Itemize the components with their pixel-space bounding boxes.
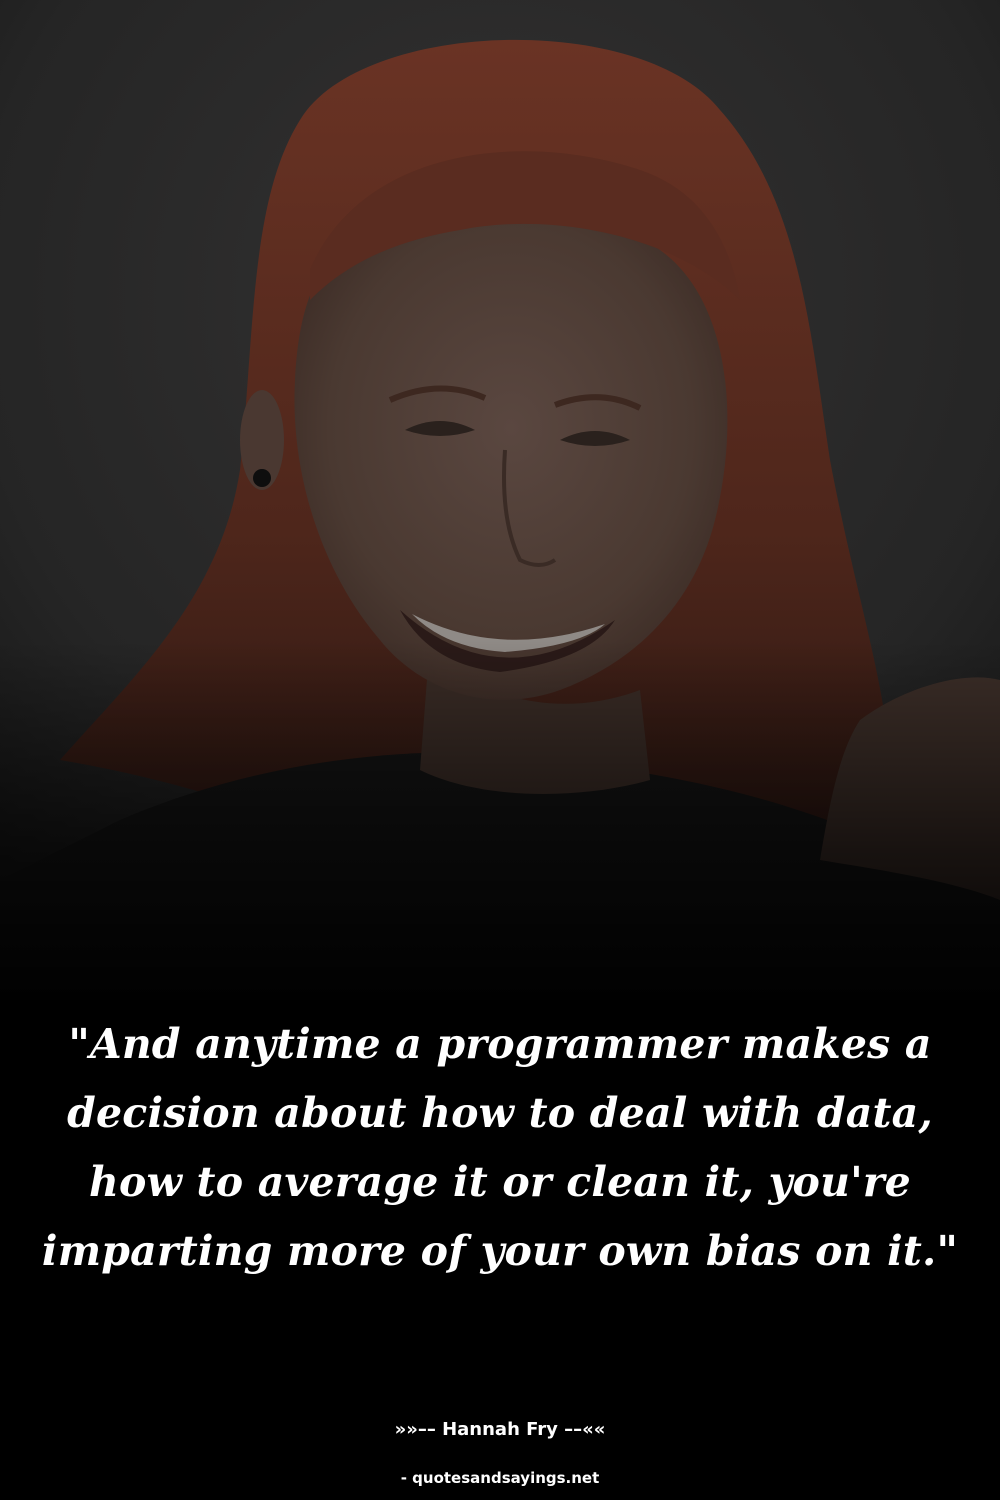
quote-text: "And anytime a programmer makes a decisi… [41,1020,959,1275]
quote-poster: "And anytime a programmer makes a decisi… [0,0,1000,1500]
author-line: »»–– Hannah Fry ––«« [394,1419,606,1440]
source-credit: - quotesandsayings.net [400,1469,600,1487]
earring [253,469,271,487]
bottom-fade [0,640,1000,1020]
